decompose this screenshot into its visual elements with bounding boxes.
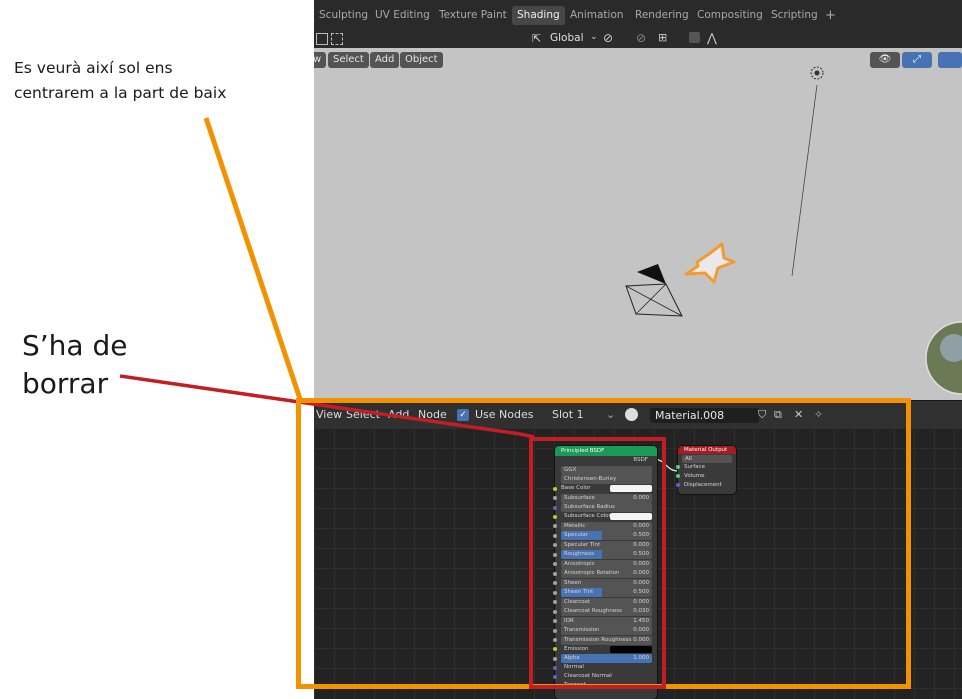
red-highlight-box <box>529 437 666 689</box>
orange-pointer-line <box>203 117 303 400</box>
